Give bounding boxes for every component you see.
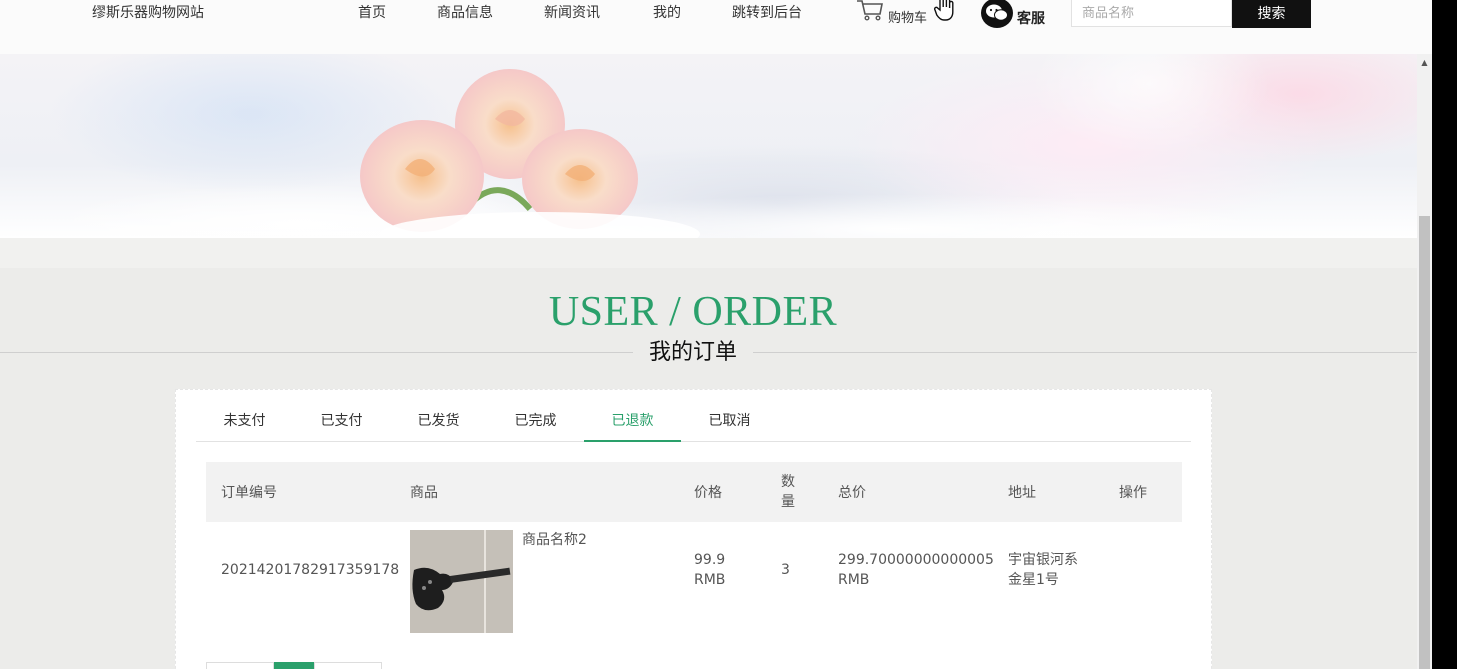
hero-banner: [0, 54, 1417, 238]
address: 宇宙银河系 金星1号: [1008, 550, 1078, 590]
table-row: 20214201782917359178 商品名称2 99.9 RMB 3 29…: [206, 522, 1182, 642]
search-input[interactable]: [1071, 0, 1232, 27]
vertical-scrollbar[interactable]: ▲: [1417, 54, 1432, 669]
pagination-current-page[interactable]: [274, 662, 314, 669]
nav-admin[interactable]: 跳转到后台: [732, 2, 802, 22]
service-label: 客服: [1017, 11, 1045, 27]
search-button[interactable]: 搜索: [1232, 0, 1311, 28]
col-qty-line2: 量: [781, 494, 795, 510]
screen-edge: [1432, 0, 1457, 669]
total-value: 299.70000000000005: [838, 552, 994, 568]
price-unit: RMB: [694, 572, 726, 588]
pagination: [206, 662, 382, 669]
rose-illustration: [40, 54, 1300, 238]
col-qty-line1: 数: [781, 474, 795, 490]
tab-refunded[interactable]: 已退款: [584, 401, 681, 442]
scroll-up-arrow-icon[interactable]: ▲: [1417, 54, 1432, 72]
tab-completed[interactable]: 已完成: [487, 401, 584, 442]
cart-label: 购物车: [888, 11, 928, 26]
hand-cursor-icon: [932, 0, 956, 26]
tab-shipped[interactable]: 已发货: [390, 401, 487, 442]
address-line2: 金星1号: [1008, 572, 1059, 588]
cart-icon: [856, 0, 884, 26]
col-price: 价格: [694, 485, 722, 501]
pagination-next[interactable]: [314, 662, 382, 669]
scrollbar-thumb[interactable]: [1419, 216, 1430, 669]
nav-mine[interactable]: 我的: [653, 2, 681, 22]
banner-bottom-band: [0, 238, 1417, 268]
quantity: 3: [781, 562, 790, 578]
order-number: 20214201782917359178: [221, 562, 400, 578]
price: 99.9 RMB: [694, 550, 725, 590]
nav-news[interactable]: 新闻资讯: [544, 2, 600, 22]
col-product: 商品: [410, 485, 438, 501]
price-value: 99.9: [694, 552, 726, 568]
tab-paid[interactable]: 已支付: [293, 401, 390, 442]
cart-link[interactable]: 购物车: [856, 0, 927, 26]
page-title-cn: 我的订单: [633, 338, 753, 368]
order-panel: 未支付 已支付 已发货 已完成 已退款 已取消 订单编号 商品 价格 数 量 总…: [175, 389, 1212, 669]
total-unit: RMB: [838, 572, 870, 588]
wechat-icon: [981, 0, 1013, 28]
address-line1: 宇宙银河系: [1008, 552, 1078, 568]
col-total: 总价: [838, 485, 866, 501]
nav-home[interactable]: 首页: [358, 2, 386, 22]
nav-products[interactable]: 商品信息: [437, 2, 493, 22]
page-title-en: USER / ORDER: [548, 289, 838, 335]
tab-cancelled[interactable]: 已取消: [681, 401, 778, 442]
total-price: 299.70000000000005 RMB: [838, 550, 994, 590]
col-address: 地址: [1008, 485, 1036, 501]
table-header: 订单编号 商品 价格 数 量 总价 地址 操作: [206, 462, 1182, 522]
pagination-prev[interactable]: [206, 662, 274, 669]
order-status-tabs: 未支付 已支付 已发货 已完成 已退款 已取消: [196, 401, 1191, 442]
product-name[interactable]: 商品名称2: [522, 530, 587, 550]
top-navigation-bar: 缪斯乐器购物网站 首页 商品信息 新闻资讯 我的 跳转到后台 购物车 客服 商品…: [0, 0, 1432, 54]
site-name[interactable]: 缪斯乐器购物网站: [92, 2, 204, 22]
guitar-image: [410, 530, 513, 633]
customer-service-link[interactable]: 客服: [981, 0, 1045, 28]
col-qty: 数 量: [781, 472, 795, 512]
product-thumbnail[interactable]: [410, 530, 513, 633]
col-order-no: 订单编号: [221, 485, 277, 501]
tab-unpaid[interactable]: 未支付: [196, 401, 293, 442]
col-action: 操作: [1119, 485, 1147, 501]
